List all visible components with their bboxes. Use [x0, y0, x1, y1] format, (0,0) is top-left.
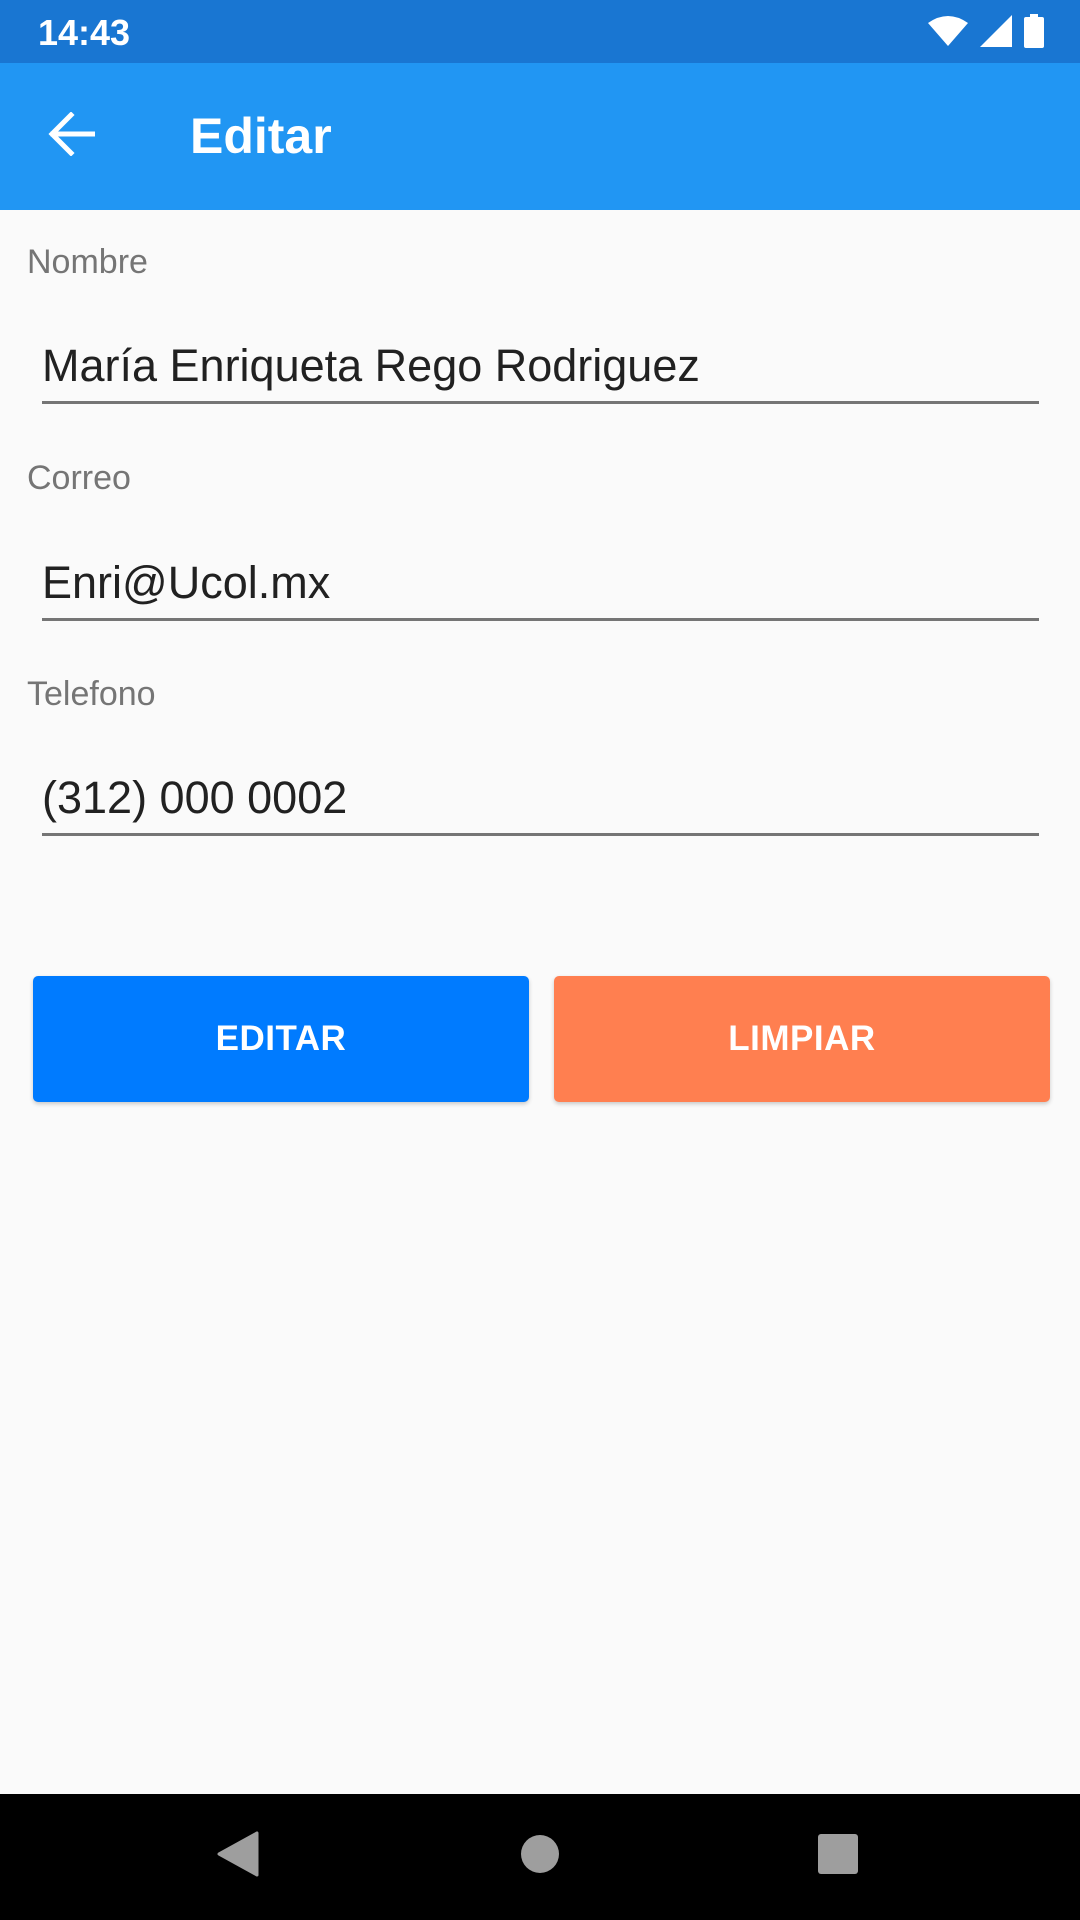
clear-button[interactable]: LIMPIAR	[554, 976, 1050, 1102]
edit-button[interactable]: EDITAR	[33, 976, 529, 1102]
name-input[interactable]	[42, 330, 1039, 404]
name-label: Nombre	[27, 243, 148, 281]
nav-home-button[interactable]	[510, 1826, 570, 1886]
arrow-back-icon	[47, 110, 96, 161]
app-bar: Editar	[0, 63, 1080, 210]
email-label: Correo	[27, 459, 131, 497]
nav-home-icon	[520, 1834, 560, 1879]
nav-back-icon	[217, 1831, 259, 1882]
battery-icon	[1024, 14, 1044, 48]
nav-recents-icon	[818, 1833, 858, 1879]
phone-input[interactable]	[42, 762, 1039, 836]
status-time: 14:43	[38, 12, 131, 53]
cellular-signal-icon	[980, 15, 1012, 47]
nav-back-button[interactable]	[208, 1826, 268, 1886]
wifi-icon	[928, 15, 968, 47]
email-input[interactable]	[42, 547, 1039, 621]
phone-label: Telefono	[27, 675, 156, 713]
back-button[interactable]	[36, 101, 106, 171]
navigation-bar	[0, 1794, 1080, 1920]
status-bar: 14:43	[0, 0, 1080, 63]
page-title: Editar	[190, 108, 332, 164]
nav-recents-button[interactable]	[808, 1826, 868, 1886]
status-icons	[928, 14, 1044, 48]
